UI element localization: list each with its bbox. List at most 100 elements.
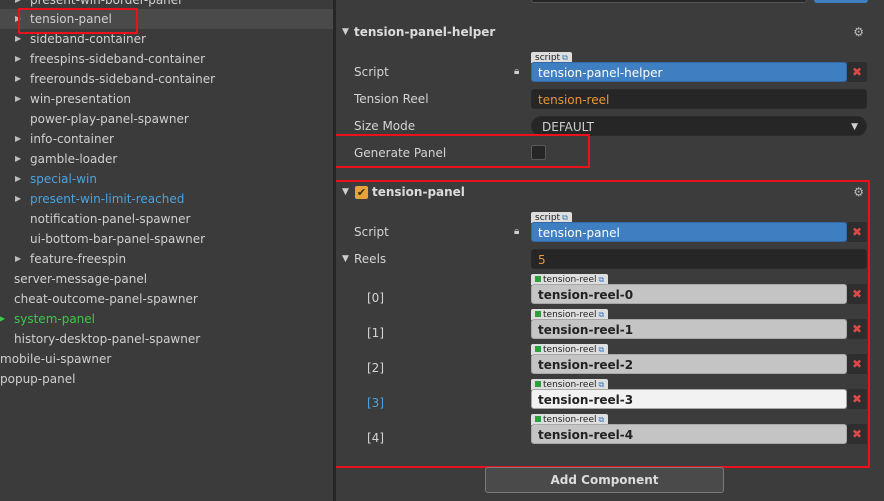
reel-reference-field[interactable]: tension-reel-0 [531,284,847,304]
collapse-caret-icon[interactable]: ▼ [342,20,349,44]
hierarchy-item[interactable]: mobile-ui-spawner [0,349,333,369]
hierarchy-item[interactable]: ▶ sideband-container [0,29,333,49]
top-cut-field[interactable] [531,0,807,3]
expand-arrow-icon[interactable]: ▶ [0,309,9,329]
expand-arrow-icon[interactable]: ▶ [15,69,25,89]
reel-reference-field[interactable]: tension-reel-2 [531,354,847,374]
hierarchy-item[interactable]: ▶ freerounds-sideband-container [0,69,333,89]
size-mode-select[interactable]: DEFAULT ▼ [531,116,867,136]
node-type-icon [535,416,541,422]
hierarchy-item-label: system-panel [14,312,96,326]
hierarchy-item[interactable]: ▶ freespins-sideband-container [0,49,333,69]
generate-panel-checkbox[interactable] [531,145,546,160]
hierarchy-item[interactable]: ▶ info-container [0,129,333,149]
hierarchy-item[interactable]: notification-panel-spawner [0,209,333,229]
script-label: Script [354,225,389,239]
hierarchy-item[interactable]: ▶ special-win [0,169,333,189]
reel-clear-button[interactable]: ✖ [847,319,867,339]
hierarchy-item[interactable]: popup-panel [0,369,333,389]
hierarchy-item-label: freerounds-sideband-container [30,72,216,86]
reel-clear-button[interactable]: ✖ [847,284,867,304]
hierarchy-item-label: special-win [30,172,97,186]
collapse-caret-icon[interactable]: ▼ [342,180,349,204]
hierarchy-item-label: freespins-sideband-container [30,52,206,66]
hierarchy-item[interactable]: ▶ system-panel [0,309,333,329]
hierarchy-item[interactable]: server-message-panel [0,269,333,289]
component-header-tension-panel-helper[interactable]: ▼ tension-panel-helper ⚙ [336,20,884,44]
expand-arrow-icon[interactable]: ▶ [15,129,25,149]
hierarchy-item[interactable]: cheat-outcome-panel-spawner [0,289,333,309]
expand-arrow-icon[interactable]: ▶ [15,49,25,69]
gear-icon[interactable]: ⚙ [853,180,864,204]
reel-index-label: [0] [367,291,384,305]
panel-script-clear-button[interactable]: ✖ [847,222,867,242]
component-title: tension-panel [372,185,465,199]
reel-reference-field[interactable]: tension-reel-3 [531,389,847,409]
size-mode-label: Size Mode [354,119,416,133]
node-type-icon [535,276,541,282]
hierarchy-item-label: sideband-container [30,32,146,46]
component-enabled-checkbox[interactable]: ✔ [355,186,368,199]
reel-index-label: [4] [367,431,384,445]
tension-reel-label: Tension Reel [354,92,429,106]
hierarchy-item[interactable]: ▶ gamble-loader [0,149,333,169]
inspector-panel: ▼ tension-panel-helper ⚙ script ⧉ Script … [336,0,884,501]
external-link-icon[interactable]: ⧉ [599,310,605,319]
external-link-icon[interactable]: ⧉ [599,380,605,389]
lock-icon: 🔒︎ [514,66,520,77]
hierarchy-item[interactable]: ▶ present-win-limit-reached [0,189,333,209]
helper-script-clear-button[interactable]: ✖ [847,62,867,82]
expand-arrow-icon[interactable]: ▶ [15,189,25,209]
reel-index-label: [1] [367,326,384,340]
external-link-icon[interactable]: ⧉ [562,213,568,222]
expand-arrow-icon[interactable]: ▶ [15,169,25,189]
expand-arrow-icon[interactable]: ▶ [15,89,25,109]
hierarchy-item[interactable]: ▶ tension-panel [0,9,333,29]
component-header-tension-panel[interactable]: ▼ ✔ tension-panel ⚙ [336,180,884,204]
expand-arrow-icon[interactable]: ▶ [15,149,25,169]
tension-reel-field[interactable]: tension-reel [531,89,867,109]
hierarchy-item-label: info-container [30,132,114,146]
external-link-icon[interactable]: ⧉ [599,345,605,354]
hierarchy-item-label: power-play-panel-spawner [30,112,189,126]
gear-icon[interactable]: ⚙ [853,20,864,44]
hierarchy-item-label: ui-bottom-bar-panel-spawner [30,232,206,246]
external-link-icon[interactable]: ⧉ [599,275,605,284]
reel-index-label: [2] [367,361,384,375]
add-component-button[interactable]: Add Component [485,467,724,493]
expand-arrow-icon[interactable]: ▶ [15,29,25,49]
hierarchy-item[interactable]: ▶ feature-freespin [0,249,333,269]
external-link-icon[interactable]: ⧉ [599,415,605,424]
reels-caret-icon[interactable]: ▼ [342,249,349,269]
hierarchy-item-label: mobile-ui-spawner [0,352,112,366]
reels-count-field[interactable]: 5 [531,249,867,269]
top-cut-button[interactable] [814,0,868,3]
hierarchy-item[interactable]: history-desktop-panel-spawner [0,329,333,349]
reel-clear-button[interactable]: ✖ [847,354,867,374]
reel-reference-field[interactable]: tension-reel-1 [531,319,847,339]
generate-panel-label: Generate Panel [354,146,447,160]
external-link-icon[interactable]: ⧉ [562,53,568,62]
lock-icon: 🔒︎ [514,226,520,237]
hierarchy-item-label: tension-panel [30,12,112,26]
reel-index-label: [3] [367,396,384,410]
node-type-icon [535,346,541,352]
hierarchy-item-label: gamble-loader [30,152,118,166]
helper-script-field[interactable]: tension-panel-helper [531,62,847,82]
reel-clear-button[interactable]: ✖ [847,424,867,444]
hierarchy-item[interactable]: ui-bottom-bar-panel-spawner [0,229,333,249]
hierarchy-item-label: cheat-outcome-panel-spawner [14,292,198,306]
node-type-icon [535,381,541,387]
node-type-icon [535,311,541,317]
hierarchy-item-label: server-message-panel [14,272,148,286]
hierarchy-item[interactable]: ▶ win-presentation [0,89,333,109]
panel-script-field[interactable]: tension-panel [531,222,847,242]
reel-reference-field[interactable]: tension-reel-4 [531,424,847,444]
hierarchy-item-label: notification-panel-spawner [30,212,191,226]
reel-clear-button[interactable]: ✖ [847,389,867,409]
expand-arrow-icon[interactable]: ▶ [15,9,25,29]
hierarchy-item-label: present-win-limit-reached [30,192,185,206]
hierarchy-item[interactable]: power-play-panel-spawner [0,109,333,129]
expand-arrow-icon[interactable]: ▶ [15,249,25,269]
hierarchy-item-label: history-desktop-panel-spawner [14,332,201,346]
